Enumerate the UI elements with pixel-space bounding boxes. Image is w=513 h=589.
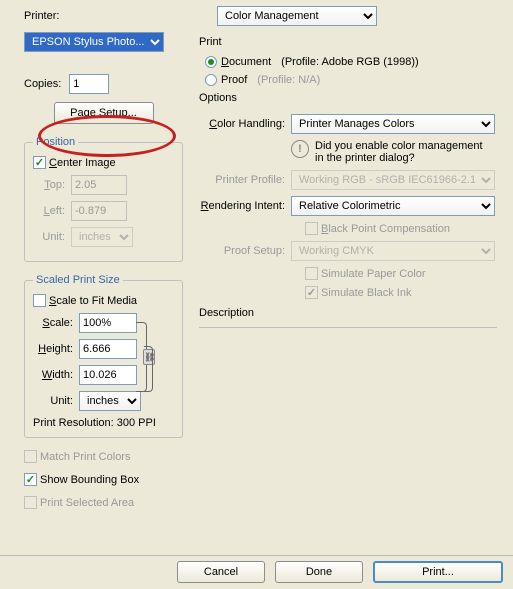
scale-input[interactable] <box>79 313 137 333</box>
section-select[interactable]: Color Management <box>217 6 377 26</box>
info-icon: ! <box>291 140 309 158</box>
document-label: Document <box>221 56 271 68</box>
scale-label: Scale: <box>33 317 73 329</box>
cancel-button[interactable]: Cancel <box>177 561 265 583</box>
printer-label: Printer: <box>24 10 183 22</box>
height-input[interactable] <box>79 339 137 359</box>
sim-black-checkbox: ✓ <box>305 286 318 299</box>
color-handling-label: Color Handling: <box>199 118 285 130</box>
bpc-label: Black Point Compensation <box>321 223 450 235</box>
done-button[interactable]: Done <box>275 561 363 583</box>
scale-to-fit-checkbox[interactable] <box>33 294 46 307</box>
show-bbox-label: Show Bounding Box <box>40 474 139 486</box>
sim-black-label: Simulate Black Ink <box>321 287 411 299</box>
scale-unit-select[interactable]: inches <box>79 391 141 411</box>
scaled-fieldset: Scaled Print Size Scale to Fit Media Sca… <box>24 274 183 438</box>
copies-label: Copies: <box>24 78 61 90</box>
info-text-2: in the printer dialog? <box>315 152 483 164</box>
sim-paper-checkbox <box>305 267 318 280</box>
top-label: Top: <box>33 179 65 191</box>
description-label: Description <box>199 307 497 319</box>
pos-unit-select: inches <box>71 227 133 247</box>
proof-label: Proof <box>221 74 247 86</box>
printer-profile-label: Printer Profile: <box>199 174 285 186</box>
top-input <box>71 175 127 195</box>
left-input <box>71 201 127 221</box>
center-image-label: Center Image <box>49 157 116 169</box>
link-bracket-inner <box>143 346 153 392</box>
proof-profile: (Profile: N/A) <box>257 74 320 86</box>
rendering-intent-select[interactable]: Relative Colorimetric <box>291 196 495 216</box>
scale-unit-label: Unit: <box>33 395 73 407</box>
document-radio[interactable] <box>205 56 217 68</box>
position-legend: Position <box>33 136 78 148</box>
center-image-checkbox[interactable]: ✓ <box>33 156 46 169</box>
color-handling-select[interactable]: Printer Manages Colors <box>291 114 495 134</box>
description-divider <box>199 327 497 328</box>
proof-radio[interactable] <box>205 74 217 86</box>
height-label: Height: <box>33 343 73 355</box>
print-resolution-label: Print Resolution: 300 PPI <box>33 417 174 429</box>
options-label: Options <box>199 92 497 104</box>
sim-paper-label: Simulate Paper Color <box>321 268 426 280</box>
show-bbox-checkbox[interactable]: ✓ <box>24 473 37 486</box>
width-input[interactable] <box>79 365 137 385</box>
copies-input[interactable] <box>69 74 109 94</box>
print-button[interactable]: Print... <box>373 561 503 583</box>
print-selected-label: Print Selected Area <box>40 497 134 509</box>
print-selected-checkbox <box>24 496 37 509</box>
info-text-1: Did you enable color management <box>315 140 483 152</box>
width-label: Width: <box>33 369 73 381</box>
left-label: Left: <box>33 205 65 217</box>
printer-select[interactable]: EPSON Stylus Photo... <box>24 32 164 52</box>
scale-to-fit-label: Scale to Fit Media <box>49 295 137 307</box>
proof-setup-label: Proof Setup: <box>199 245 285 257</box>
match-colors-checkbox <box>24 450 37 463</box>
document-profile: (Profile: Adobe RGB (1998)) <box>281 56 419 68</box>
print-section-label: Print <box>199 36 497 48</box>
printer-profile-select: Working RGB - sRGB IEC61966-2.1 <box>291 170 495 190</box>
proof-setup-select: Working CMYK <box>291 241 495 261</box>
position-fieldset: Position ✓ Center Image Top: Left: Unit:… <box>24 136 183 262</box>
page-setup-button[interactable]: Page Setup... <box>54 102 154 124</box>
rendering-intent-label: Rendering Intent: <box>199 200 285 212</box>
scaled-legend: Scaled Print Size <box>33 274 123 286</box>
pos-unit-label: Unit: <box>33 231 65 243</box>
match-colors-label: Match Print Colors <box>40 451 130 463</box>
bpc-checkbox <box>305 222 318 235</box>
